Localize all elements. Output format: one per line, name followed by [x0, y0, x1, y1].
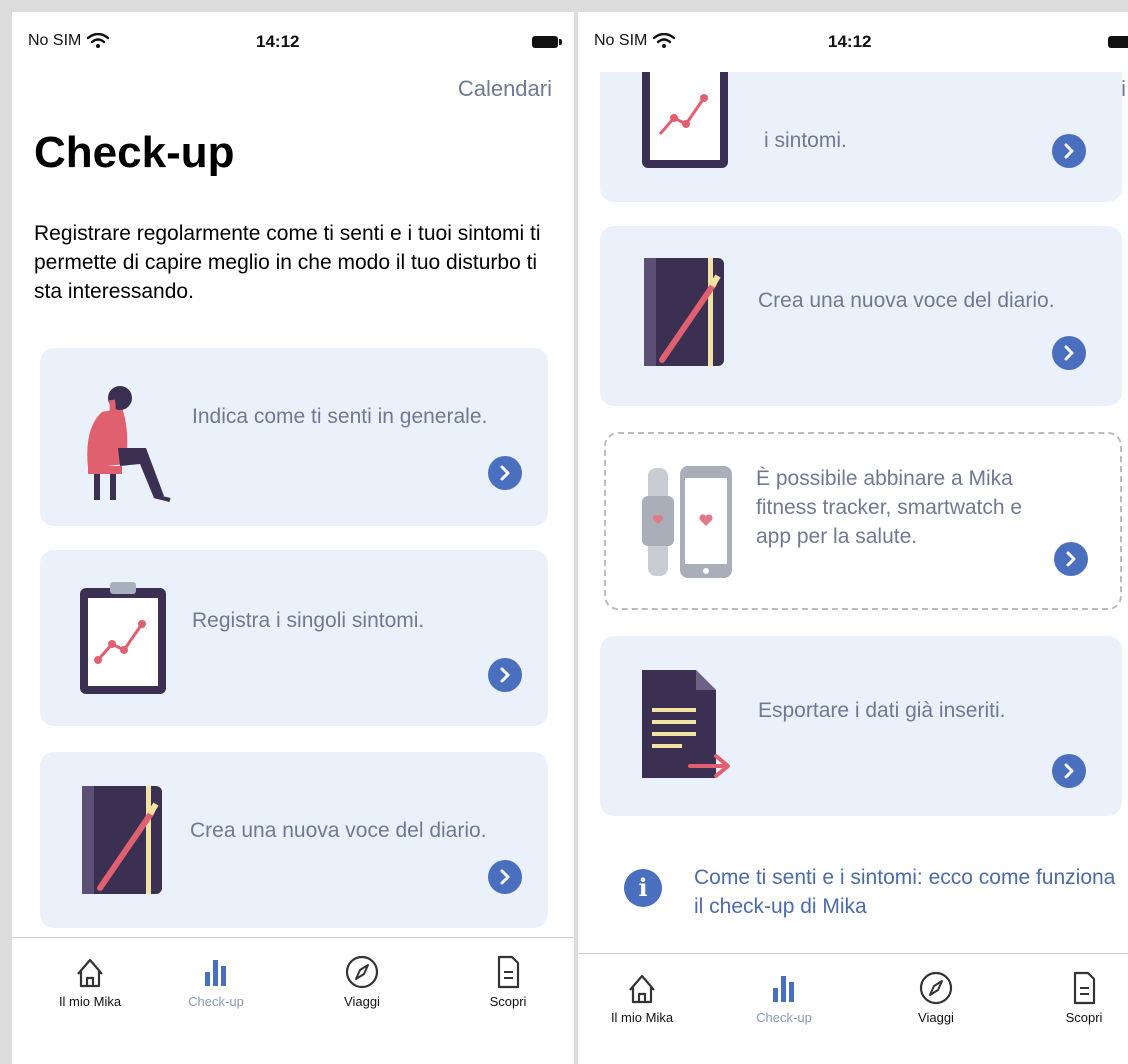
tab-scopri[interactable]: Scopri: [458, 952, 558, 1009]
info-link-text: Come ti senti e i sintomi: ecco come fun…: [694, 866, 1116, 918]
card-text: Registra i singoli sintomi.: [192, 609, 425, 632]
intro-text: Registrare regolarmente come ti senti e …: [34, 222, 541, 303]
chevron-right-icon[interactable]: [1052, 134, 1086, 168]
notebook-pencil-illustration: [644, 258, 724, 366]
carrier-label: No SIM: [594, 32, 648, 49]
calendar-button[interactable]: Calendari: [458, 76, 552, 102]
tab-il-mio-mika[interactable]: Il mio Mika: [592, 968, 692, 1025]
screen-checkup-top: No SIM 14:12 Calendari Check-up Registra…: [12, 12, 574, 1064]
tab-viaggi[interactable]: Viaggi: [886, 968, 986, 1025]
info-icon: i: [624, 869, 662, 907]
battery-icon: [1108, 36, 1128, 48]
page-title: Check-up: [34, 128, 235, 177]
card-register-symptoms[interactable]: Registra i singoli sintomi.: [40, 550, 548, 726]
battery-icon: [532, 36, 562, 48]
chevron-right-icon[interactable]: [488, 658, 522, 692]
status-bar: No SIM 14:12: [578, 12, 1128, 64]
chevron-right-icon[interactable]: [488, 456, 522, 490]
chevron-right-icon[interactable]: [1054, 542, 1088, 576]
tab-label: Il mio Mika: [610, 1010, 674, 1025]
status-bar: No SIM 14:12: [12, 12, 574, 64]
person-sitting-illustration: [87, 386, 171, 502]
tab-bar: Il mio Mika Check-up Viaggi Scopri: [578, 953, 1128, 1064]
tab-check-up[interactable]: Check-up: [734, 968, 834, 1025]
carrier: No SIM: [594, 32, 676, 50]
smartwatch-phone-illustration: [642, 466, 732, 578]
card-connect-wearables[interactable]: È possibile abbinare a Mika fitness trac…: [604, 432, 1122, 610]
home-icon: [629, 974, 655, 1004]
tab-label: Scopri: [1065, 1010, 1103, 1025]
tab-label: Scopri: [489, 994, 527, 1009]
compass-icon: [345, 955, 379, 989]
carrier-label: No SIM: [28, 32, 82, 49]
card-text: Crea una nuova voce del diario.: [190, 819, 487, 842]
compass-icon: [919, 971, 953, 1005]
card-text: Indica come ti senti in generale.: [192, 405, 488, 428]
bar-chart-icon: [773, 976, 794, 1002]
bar-chart-icon: [205, 960, 226, 986]
tab-label: Viaggi: [918, 1010, 954, 1025]
card-export-data[interactable]: Esportare i dati già inseriti.: [600, 636, 1122, 816]
wifi-icon: [87, 33, 110, 48]
chevron-right-icon[interactable]: [1052, 754, 1086, 788]
status-time: 14:12: [828, 32, 872, 51]
tab-label: Check-up: [188, 994, 244, 1009]
info-link[interactable]: i Come ti senti e i sintomi: ecco come f…: [598, 850, 1118, 930]
tab-check-up[interactable]: Check-up: [166, 952, 266, 1009]
notebook-pencil-illustration: [82, 786, 162, 894]
wifi-icon: [653, 33, 676, 48]
tab-bar: Il mio Mika Check-up Viaggi Scopri: [12, 937, 574, 1064]
tab-viaggi[interactable]: Viaggi: [312, 952, 412, 1009]
document-icon: [497, 955, 520, 989]
card-text: i sintomi.: [764, 129, 847, 152]
document-icon: [1073, 971, 1096, 1005]
home-icon: [77, 958, 103, 988]
tab-il-mio-mika[interactable]: Il mio Mika: [40, 952, 140, 1009]
tab-scopri[interactable]: Scopri: [1034, 968, 1128, 1025]
card-diary-entry[interactable]: Crea una nuova voce del diario.: [600, 226, 1122, 406]
tab-label: Check-up: [756, 1010, 812, 1025]
clipboard-chart-illustration: [80, 582, 166, 694]
card-text: Crea una nuova voce del diario.: [758, 289, 1055, 312]
card-text: Esportare i dati già inseriti.: [758, 699, 1006, 722]
tab-label: Viaggi: [344, 994, 380, 1009]
tab-label: Il mio Mika: [58, 994, 122, 1009]
chevron-right-icon[interactable]: [1052, 336, 1086, 370]
card-general-feeling[interactable]: Indica come ti senti in generale.: [40, 348, 548, 526]
card-text: È possibile abbinare a Mika fitness trac…: [756, 467, 1023, 548]
status-time: 14:12: [256, 32, 300, 51]
document-export-illustration: [642, 670, 730, 778]
clipboard-chart-illustration: [642, 72, 728, 168]
screen-checkup-scrolled: No SIM 14:12 Calendari i sintomi. Crea u…: [578, 12, 1128, 1064]
chevron-right-icon[interactable]: [488, 860, 522, 894]
card-diary-entry[interactable]: Crea una nuova voce del diario.: [40, 752, 548, 928]
card-register-symptoms[interactable]: i sintomi.: [600, 72, 1122, 202]
carrier: No SIM: [28, 32, 110, 50]
